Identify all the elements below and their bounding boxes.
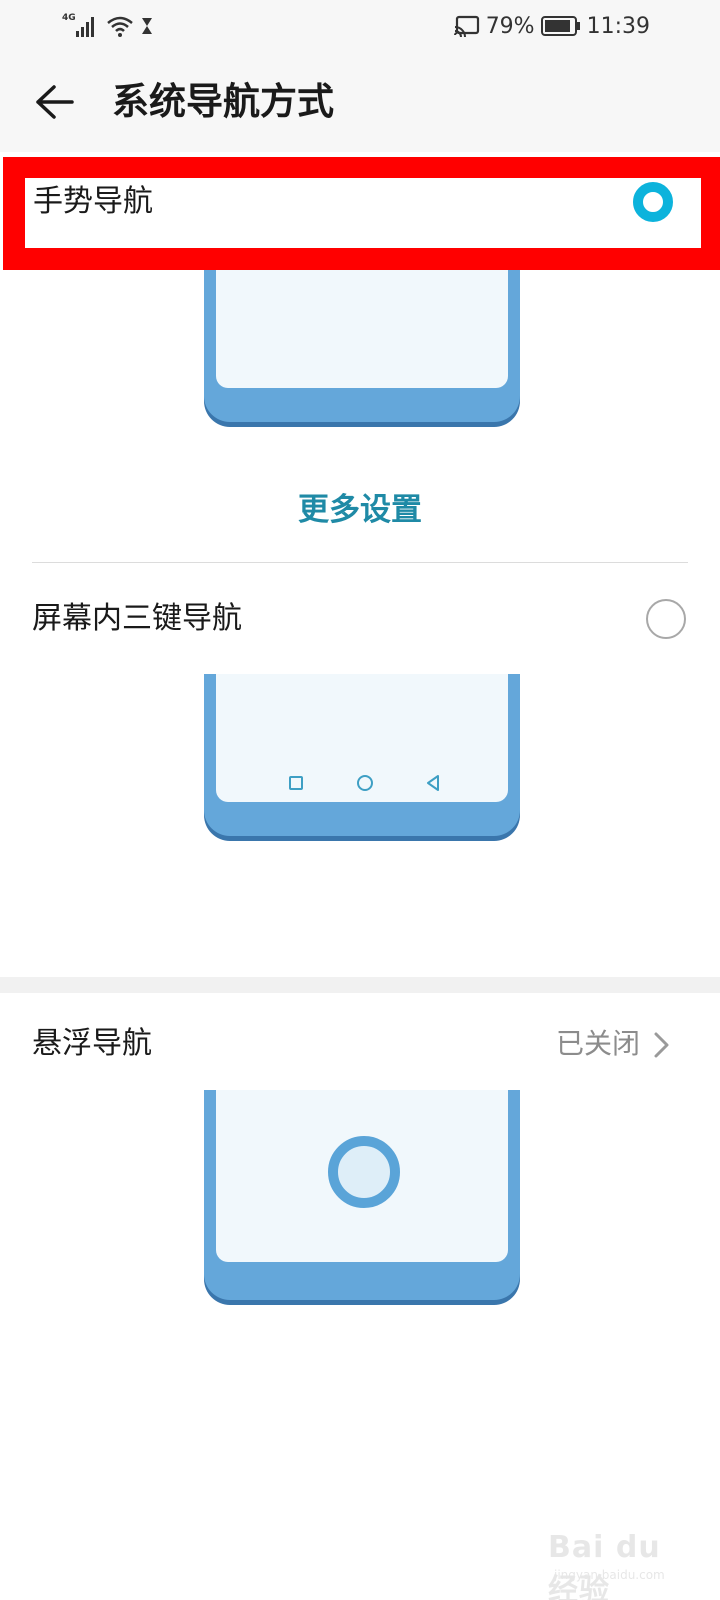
square-key-icon: [289, 776, 303, 790]
phone-screen: [216, 1090, 508, 1262]
option-label: 手势导航: [33, 184, 153, 219]
page-title: 系统导航方式: [112, 80, 334, 123]
battery-icon: [540, 16, 580, 36]
chevron-right-icon: [654, 1032, 669, 1058]
app-bar: 系统导航方式: [0, 52, 720, 152]
option-three-key-navigation[interactable]: 屏幕内三键导航: [0, 584, 720, 654]
status-bar: 4G 79% 11:39: [0, 0, 720, 52]
floating-navigation-label: 悬浮导航: [32, 1026, 152, 1061]
floating-navigation-status: 已关闭: [555, 1027, 640, 1060]
radio-three-key-navigation[interactable]: [646, 599, 686, 639]
section-separator: [0, 977, 720, 993]
battery-percent: 79%: [485, 13, 535, 39]
wifi-icon: [107, 16, 133, 37]
floating-ball-icon: [328, 1136, 400, 1208]
status-right: 79% 11:39: [453, 12, 650, 40]
divider: [32, 562, 688, 563]
cast-icon: [453, 15, 479, 37]
watermark-url: jingyan.baidu.com: [554, 1568, 665, 1582]
phone-screen: [216, 270, 508, 388]
network-type: 4G: [62, 13, 76, 23]
hourglass-icon: [142, 18, 152, 34]
option-label: 屏幕内三键导航: [32, 601, 242, 636]
watermark-text: Bai du 经验: [548, 1530, 661, 1600]
option-gesture-navigation[interactable]: 手势导航: [25, 178, 701, 248]
floating-phone-illustration: [204, 1090, 520, 1300]
baidu-watermark: Bai du 经验 jingyan.baidu.com: [548, 1500, 688, 1600]
phone-screen: [216, 674, 508, 802]
signal-icon: 4G: [62, 13, 100, 39]
three-key-phone-illustration: [204, 674, 520, 836]
circle-key-icon: [357, 775, 373, 791]
radio-gesture-navigation[interactable]: [633, 182, 673, 222]
status-left: 4G: [62, 12, 154, 40]
clock: 11:39: [586, 13, 650, 39]
triangle-back-key-icon: [427, 775, 439, 791]
arrow-left-icon: [36, 85, 74, 119]
back-button[interactable]: [26, 74, 82, 130]
gesture-phone-illustration: [204, 270, 520, 422]
more-settings-link[interactable]: 更多设置: [0, 488, 720, 532]
